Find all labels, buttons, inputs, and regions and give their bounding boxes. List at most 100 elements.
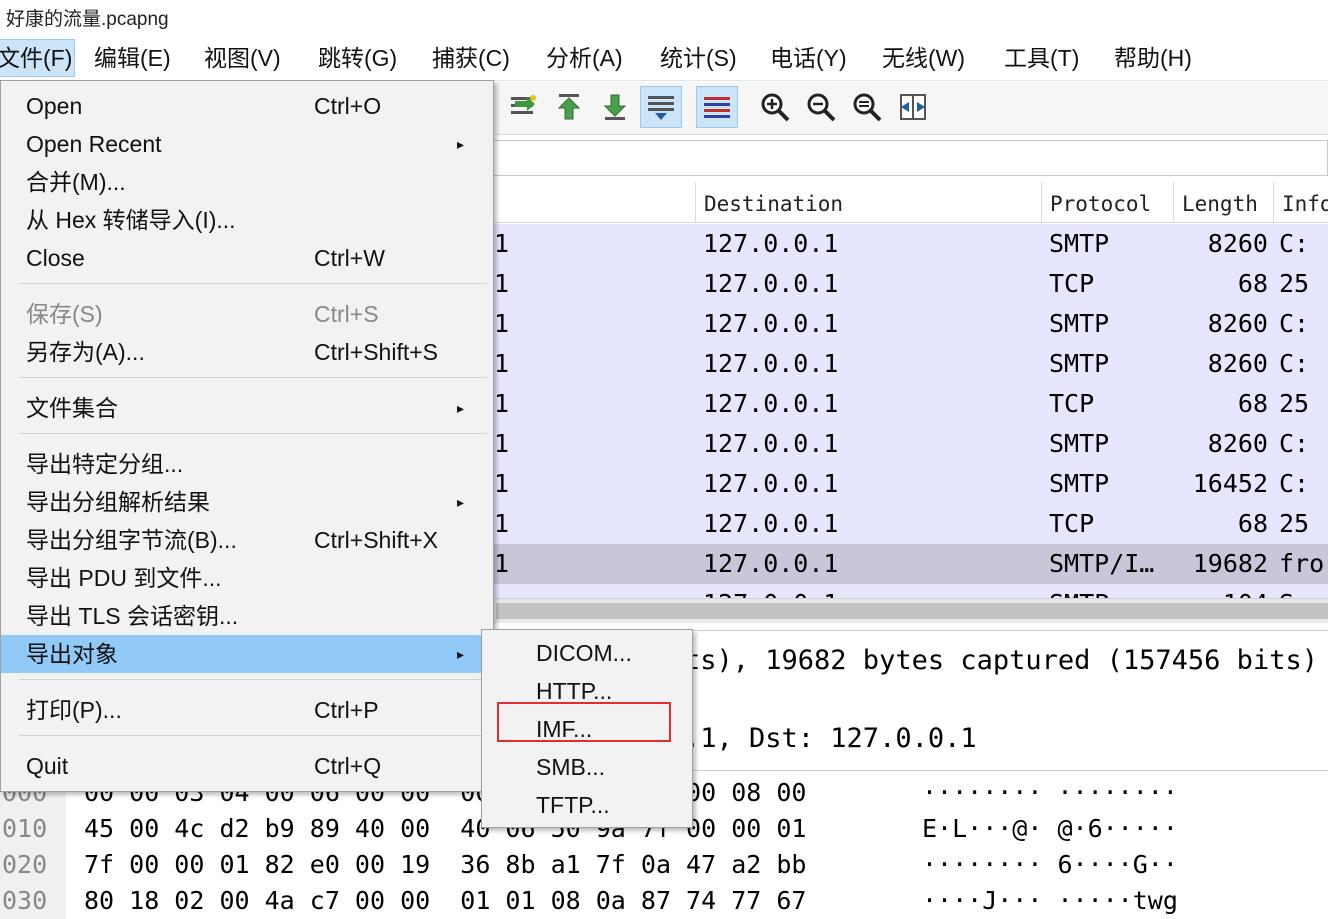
detail-ip-line[interactable]: .1, Dst: 127.0.0.1	[684, 723, 977, 754]
menu-item-close[interactable]: Close Ctrl+W	[1, 239, 493, 277]
packet-source-cell: 1	[494, 429, 510, 458]
menu-analyze[interactable]: 分析(A)	[544, 40, 625, 76]
imf-highlight-box	[497, 702, 671, 742]
menu-wireless[interactable]: 无线(W)	[880, 40, 967, 76]
menu-item-label: Open Recent	[26, 131, 162, 157]
menu-capture[interactable]: 捕获(C)	[430, 40, 512, 76]
menu-item-label: 保存(S)	[26, 301, 103, 327]
scrollbar-thumb[interactable]	[496, 603, 1328, 619]
menu-statistics[interactable]: 统计(S)	[658, 40, 739, 76]
shortcut-label: Ctrl+Shift+X	[314, 527, 438, 553]
first-packet-icon[interactable]	[548, 86, 590, 128]
colorize-icon[interactable]	[696, 86, 738, 128]
window-title: 好康的流量.pcapng	[6, 9, 169, 30]
packet-destination-cell: 127.0.0.1	[703, 389, 839, 418]
menu-item-label: 文件集合	[26, 395, 118, 421]
autoscroll-icon[interactable]	[640, 86, 682, 128]
packet-info-cell: 25	[1279, 389, 1310, 418]
submenu-arrow-icon: ▸	[457, 494, 465, 510]
detail-frame-line[interactable]: ts), 19682 bytes captured (157456 bits)	[684, 645, 1318, 676]
bytes-row: 030 80 18 02 00 4a c7 00 00 01 01 08 0a 8…	[0, 883, 1328, 919]
packet-destination-cell: 127.0.0.1	[703, 349, 839, 378]
menu-bar: 文件(F) 编辑(E) 视图(V) 跳转(G) 捕获(C) 分析(A) 统计(S…	[0, 36, 1328, 81]
packet-protocol-cell: TCP	[1049, 269, 1095, 298]
menu-item-export-dissections[interactable]: 导出分组解析结果 ▸	[1, 483, 493, 521]
packet-length-cell: 104	[1180, 584, 1268, 598]
bytes-ascii[interactable]: E·L···@· @·6·····	[922, 811, 1178, 847]
menu-help[interactable]: 帮助(H)	[1112, 40, 1194, 76]
menu-item-open-recent[interactable]: Open Recent ▸	[1, 125, 493, 163]
menu-view[interactable]: 视图(V)	[202, 40, 283, 76]
menu-item-label: 导出分组字节流(B)...	[26, 527, 237, 553]
menu-file[interactable]: 文件(F)	[0, 39, 76, 77]
menu-go[interactable]: 跳转(G)	[316, 40, 399, 76]
submenu-item-smb[interactable]: SMB...	[482, 748, 692, 786]
menu-item-export-pdu[interactable]: 导出 PDU 到文件...	[1, 559, 493, 597]
submenu-item-label: DICOM...	[536, 640, 632, 666]
menu-item-export-objects[interactable]: 导出对象 ▸	[1, 635, 493, 673]
menu-edit[interactable]: 编辑(E)	[92, 40, 173, 76]
submenu-arrow-icon: ▸	[457, 136, 465, 152]
packet-protocol-cell: SMTP	[1049, 349, 1110, 378]
menu-tools[interactable]: 工具(T)	[1002, 40, 1081, 76]
bytes-ascii[interactable]: ····J··· ·····twg	[922, 883, 1178, 919]
packet-source-cell: 1	[494, 269, 510, 298]
bytes-hex[interactable]: 7f 00 00 01 82 e0 00 19 36 8b a1 7f 0a 4…	[84, 847, 806, 883]
menu-item-save-as[interactable]: 另存为(A)... Ctrl+Shift+S	[1, 333, 493, 371]
packet-info-cell: 25	[1279, 269, 1310, 298]
go-to-packet-icon[interactable]	[502, 86, 544, 128]
menu-item-export-bytes[interactable]: 导出分组字节流(B)... Ctrl+Shift+X	[1, 521, 493, 559]
submenu-item-label: TFTP...	[536, 792, 610, 818]
menu-item-export-specified[interactable]: 导出特定分组...	[1, 445, 493, 483]
menu-item-import-hex[interactable]: 从 Hex 转储导入(I)...	[1, 201, 493, 239]
column-info[interactable]: Info	[1273, 182, 1328, 222]
packet-protocol-cell: SMTP	[1049, 229, 1110, 258]
menu-item-label: 导出 TLS 会话密钥...	[26, 603, 239, 629]
menu-telephony[interactable]: 电话(Y)	[768, 40, 849, 76]
packet-length-cell: 8260	[1207, 309, 1268, 338]
packet-source-cell: 1	[494, 509, 510, 538]
submenu-item-dicom[interactable]: DICOM...	[482, 634, 692, 672]
bytes-hex[interactable]: 45 00 4c d2 b9 89 40 00 40 06 50 9a 7f 0…	[84, 811, 806, 847]
packet-length-cell: 16452	[1192, 469, 1268, 498]
column-length[interactable]: Length	[1173, 182, 1273, 222]
bytes-hex[interactable]: 80 18 02 00 4a c7 00 00 01 01 08 0a 87 7…	[84, 883, 806, 919]
packet-destination-cell: 127.0.0.1	[703, 584, 838, 598]
submenu-item-tftp[interactable]: TFTP...	[482, 786, 692, 824]
normal-size-icon[interactable]	[846, 86, 888, 128]
packet-source-cell: 1	[494, 309, 510, 338]
packet-info-cell: C:	[1279, 349, 1310, 378]
shortcut-label: Ctrl+O	[314, 93, 382, 119]
menu-item-label: 导出特定分组...	[26, 451, 184, 477]
column-destination[interactable]: Destination	[695, 182, 1041, 222]
resize-columns-icon[interactable]	[892, 86, 934, 128]
packet-source-cell: 1	[494, 549, 510, 578]
menu-item-print[interactable]: 打印(P)... Ctrl+P	[1, 691, 493, 729]
menu-item-file-set[interactable]: 文件集合 ▸	[1, 389, 493, 427]
packet-info-cell: C:	[1279, 229, 1310, 258]
zoom-out-icon[interactable]	[800, 86, 842, 128]
menu-item-label: Quit	[26, 753, 69, 779]
packet-destination-cell: 127.0.0.1	[703, 429, 839, 458]
menu-item-open[interactable]: Open Ctrl+O	[1, 87, 493, 125]
packet-destination-cell: 127.0.0.1	[703, 269, 839, 298]
packet-length-cell: 68	[1237, 389, 1268, 418]
packet-destination-cell: 127.0.0.1	[703, 509, 839, 538]
menu-item-export-tls-keys[interactable]: 导出 TLS 会话密钥...	[1, 597, 493, 635]
bytes-ascii[interactable]: ········ ········	[922, 775, 1178, 811]
menu-separator	[19, 433, 487, 434]
zoom-in-icon[interactable]	[754, 86, 796, 128]
packet-source-cell: 1	[494, 349, 510, 378]
bytes-offset: 030	[0, 883, 66, 919]
column-protocol[interactable]: Protocol	[1041, 182, 1173, 222]
shortcut-label: Ctrl+S	[314, 301, 379, 327]
packet-info-cell: fro	[1279, 549, 1325, 578]
last-packet-icon[interactable]	[594, 86, 636, 128]
packet-destination-cell: 127.0.0.1	[703, 549, 839, 578]
menu-separator	[19, 283, 487, 284]
bytes-ascii[interactable]: ········ 6····G··	[922, 847, 1178, 883]
menu-item-quit[interactable]: Quit Ctrl+Q	[1, 747, 493, 785]
menu-item-merge[interactable]: 合并(M)...	[1, 163, 493, 201]
packet-source-cell: 1	[494, 469, 510, 498]
packet-length-cell: 8260	[1207, 429, 1268, 458]
